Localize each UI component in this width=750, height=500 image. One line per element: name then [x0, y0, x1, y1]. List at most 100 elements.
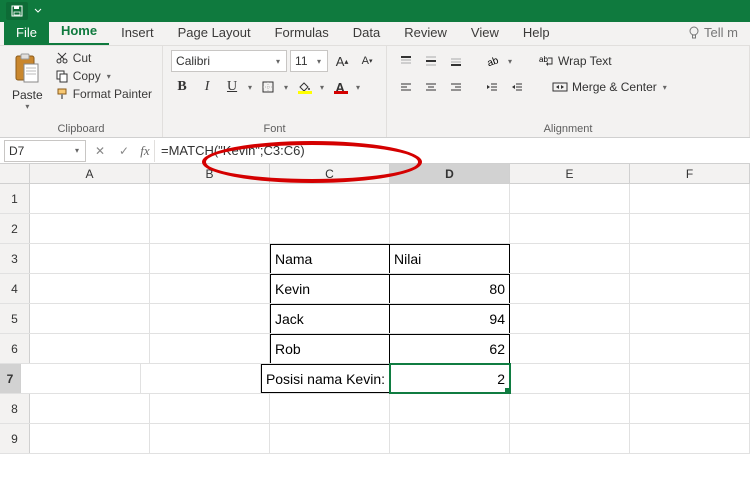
- cell[interactable]: [270, 394, 390, 423]
- cell[interactable]: [630, 244, 750, 273]
- row-header[interactable]: 8: [0, 394, 30, 423]
- cell[interactable]: [630, 274, 750, 303]
- cell[interactable]: [630, 394, 750, 423]
- tab-insert[interactable]: Insert: [109, 21, 166, 45]
- chevron-down-icon[interactable]: ▾: [246, 83, 254, 92]
- cell[interactable]: [30, 304, 150, 333]
- row-header[interactable]: 7: [0, 364, 21, 393]
- cell[interactable]: Kevin: [270, 274, 390, 303]
- align-middle-button[interactable]: [420, 50, 442, 72]
- fx-enter-button[interactable]: ✓: [112, 140, 136, 162]
- cell[interactable]: [30, 244, 150, 273]
- cell[interactable]: [510, 274, 630, 303]
- row-header[interactable]: 4: [0, 274, 30, 303]
- increase-font-button[interactable]: A▴: [331, 50, 353, 72]
- cell[interactable]: Rob: [270, 334, 390, 363]
- save-button[interactable]: [6, 2, 28, 20]
- cell[interactable]: [270, 184, 390, 213]
- col-header-e[interactable]: E: [510, 164, 630, 183]
- align-left-button[interactable]: [395, 76, 417, 98]
- row-header[interactable]: 9: [0, 424, 30, 453]
- cell[interactable]: [390, 214, 510, 243]
- chevron-down-icon[interactable]: ▾: [318, 83, 326, 92]
- cell[interactable]: Posisi nama Kevin:: [261, 364, 390, 393]
- cell[interactable]: [150, 244, 270, 273]
- qat-dropdown[interactable]: [32, 2, 44, 20]
- align-right-button[interactable]: [445, 76, 467, 98]
- row-header[interactable]: 6: [0, 334, 30, 363]
- tab-file[interactable]: File: [4, 21, 49, 45]
- col-header-d[interactable]: D: [390, 164, 510, 183]
- cell[interactable]: [30, 184, 150, 213]
- cell[interactable]: 94: [390, 304, 510, 333]
- cell[interactable]: [510, 424, 630, 453]
- tab-review[interactable]: Review: [392, 21, 459, 45]
- format-painter-button[interactable]: Format Painter: [53, 86, 154, 102]
- wrap-text-button[interactable]: ab Wrap Text: [534, 53, 616, 69]
- merge-center-button[interactable]: Merge & Center ▾: [548, 79, 673, 95]
- cell[interactable]: [630, 304, 750, 333]
- cell[interactable]: [270, 214, 390, 243]
- name-box[interactable]: D7 ▾: [4, 140, 86, 162]
- fx-icon[interactable]: fx: [136, 143, 154, 159]
- font-size-select[interactable]: 11 ▾: [290, 50, 328, 72]
- tab-page-layout[interactable]: Page Layout: [166, 21, 263, 45]
- tab-view[interactable]: View: [459, 21, 511, 45]
- cell[interactable]: [390, 424, 510, 453]
- cell[interactable]: [510, 244, 630, 273]
- italic-button[interactable]: I: [196, 76, 218, 98]
- formula-bar[interactable]: =MATCH("Kevin";C3:C6): [154, 140, 750, 162]
- cell[interactable]: [630, 214, 750, 243]
- cell[interactable]: [21, 364, 141, 393]
- cell[interactable]: [390, 394, 510, 423]
- cell[interactable]: [510, 364, 630, 393]
- chevron-down-icon[interactable]: ▾: [282, 83, 290, 92]
- cell[interactable]: [630, 364, 750, 393]
- col-header-f[interactable]: F: [630, 164, 750, 183]
- cell[interactable]: [150, 274, 270, 303]
- cell[interactable]: [510, 184, 630, 213]
- col-header-c[interactable]: C: [270, 164, 390, 183]
- cell[interactable]: [510, 304, 630, 333]
- cell[interactable]: [510, 334, 630, 363]
- cell[interactable]: [150, 184, 270, 213]
- underline-button[interactable]: U: [221, 76, 243, 98]
- cell[interactable]: [630, 334, 750, 363]
- tell-me[interactable]: Tell m: [676, 21, 750, 45]
- cell[interactable]: [30, 394, 150, 423]
- orientation-button[interactable]: ab: [481, 50, 503, 72]
- cell[interactable]: [150, 394, 270, 423]
- tab-formulas[interactable]: Formulas: [263, 21, 341, 45]
- col-header-a[interactable]: A: [30, 164, 150, 183]
- align-center-button[interactable]: [420, 76, 442, 98]
- paste-button[interactable]: Paste ▾: [8, 50, 47, 113]
- font-color-button[interactable]: A: [329, 76, 351, 98]
- cell[interactable]: 62: [390, 334, 510, 363]
- cell[interactable]: [30, 334, 150, 363]
- cut-button[interactable]: Cut: [53, 50, 154, 66]
- fill-color-button[interactable]: [293, 76, 315, 98]
- cell[interactable]: [270, 424, 390, 453]
- cell[interactable]: [150, 424, 270, 453]
- cell[interactable]: [630, 424, 750, 453]
- fx-cancel-button[interactable]: ✕: [88, 140, 112, 162]
- align-bottom-button[interactable]: [445, 50, 467, 72]
- tab-home[interactable]: Home: [49, 19, 109, 45]
- border-button[interactable]: [257, 76, 279, 98]
- cell[interactable]: [30, 424, 150, 453]
- col-header-b[interactable]: B: [150, 164, 270, 183]
- row-header[interactable]: 3: [0, 244, 30, 273]
- cell[interactable]: [150, 334, 270, 363]
- cell[interactable]: 80: [390, 274, 510, 303]
- chevron-down-icon[interactable]: ▾: [354, 83, 362, 92]
- cell[interactable]: [630, 184, 750, 213]
- bold-button[interactable]: B: [171, 76, 193, 98]
- tab-help[interactable]: Help: [511, 21, 562, 45]
- tab-data[interactable]: Data: [341, 21, 392, 45]
- cell[interactable]: [510, 214, 630, 243]
- align-top-button[interactable]: [395, 50, 417, 72]
- row-header[interactable]: 1: [0, 184, 30, 213]
- cell[interactable]: [150, 304, 270, 333]
- cell[interactable]: Nama: [270, 244, 390, 273]
- cell[interactable]: [30, 214, 150, 243]
